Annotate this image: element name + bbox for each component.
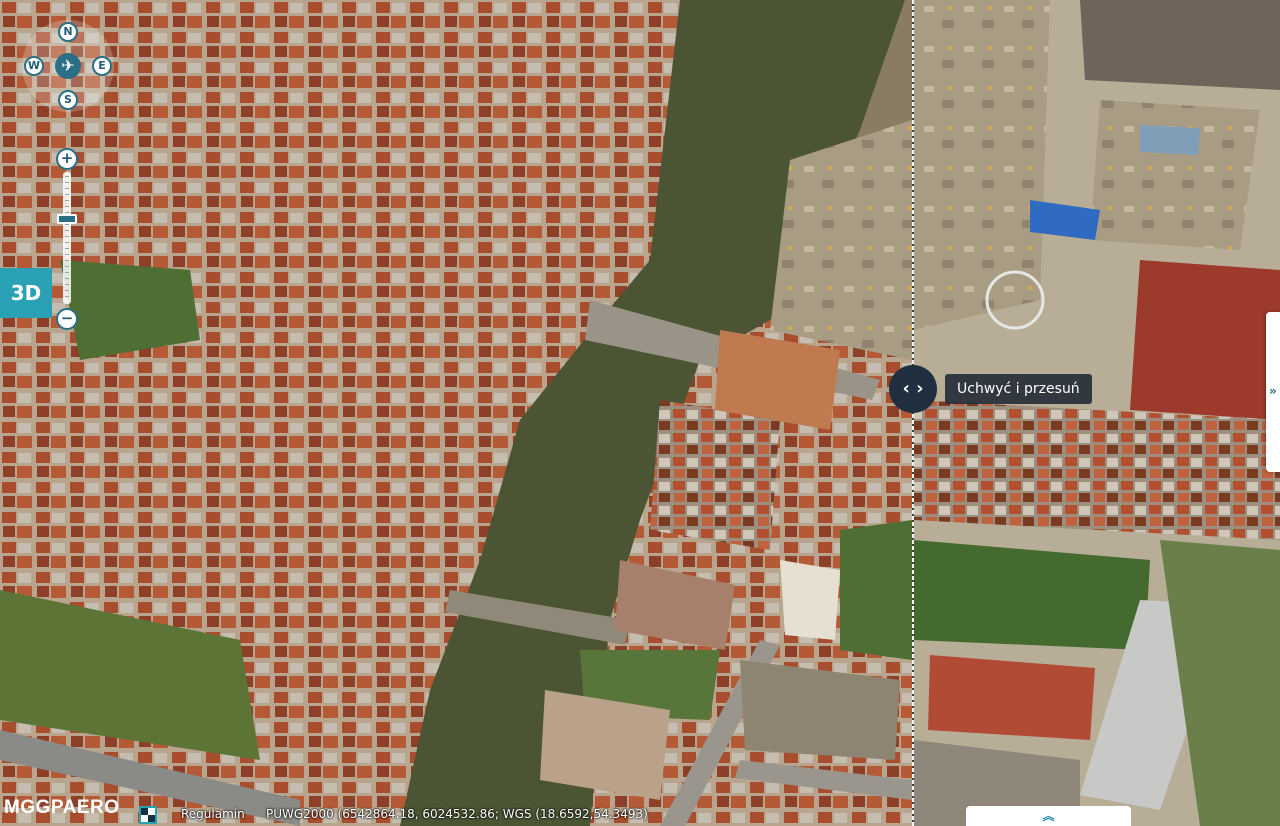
zoom-control: + − (56, 148, 78, 332)
swipe-tooltip: Uchwyć i przesuń (945, 374, 1092, 404)
double-chevron-up-icon: ︽ (1042, 809, 1055, 823)
right-panel-toggle[interactable]: » (1266, 312, 1280, 472)
airplane-icon[interactable]: ✈ (55, 53, 81, 79)
swipe-handle-icon[interactable]: ‹ › (889, 365, 937, 413)
3d-view-button[interactable]: 3D (0, 268, 52, 318)
terms-link[interactable]: Regulamin (181, 806, 245, 822)
bottom-panel-toggle[interactable]: ︽ (966, 806, 1131, 826)
logo-mggp: MGGP (4, 797, 63, 818)
logo-aero: AERO (62, 797, 120, 818)
map-imagery (0, 0, 1280, 826)
zoom-slider-ticks (65, 176, 69, 300)
mggp-aero-logo: MGGPAERO (4, 797, 120, 819)
compass: N S W E ✈ (22, 20, 114, 112)
compass-west-button[interactable]: W (24, 56, 44, 76)
swipe-divider[interactable] (912, 0, 914, 826)
zoom-slider-handle[interactable] (57, 214, 77, 224)
coordinates-readout: PUWG2000 (6542864.18, 6024532.86; WGS (1… (266, 807, 648, 821)
double-chevron-right-icon: » (1269, 384, 1277, 398)
zoom-in-button[interactable]: + (56, 148, 78, 170)
map-view[interactable] (0, 0, 1280, 826)
compass-east-button[interactable]: E (92, 56, 112, 76)
zoom-out-button[interactable]: − (56, 308, 78, 330)
logo-grid-icon (139, 806, 157, 824)
compass-south-button[interactable]: S (58, 90, 78, 110)
compass-north-button[interactable]: N (58, 22, 78, 42)
